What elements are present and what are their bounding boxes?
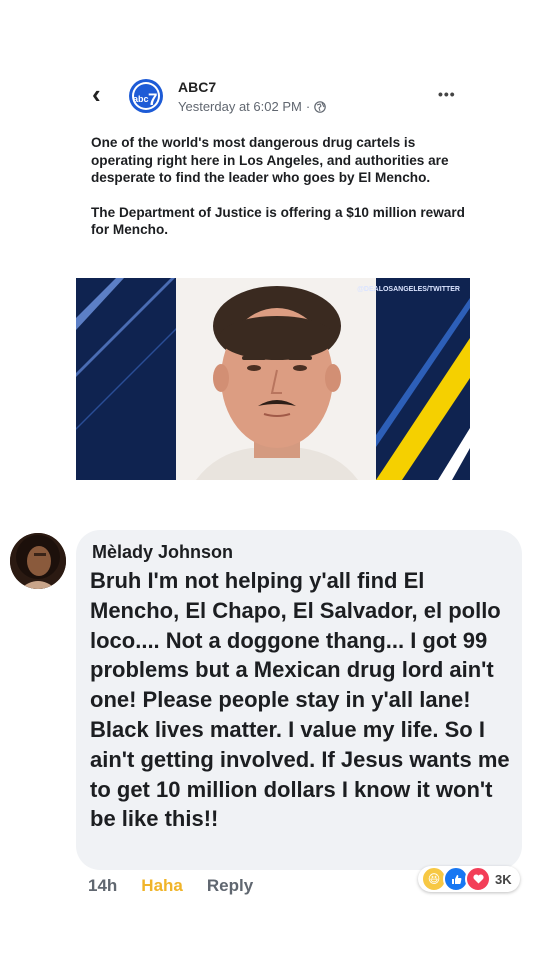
post-photo[interactable]: @DEALOSANGELES/TWITTER [76,278,470,480]
post-paragraph: The Department of Justice is offering a … [91,204,465,238]
comment-author[interactable]: Mèlady Johnson [92,542,233,563]
svg-text:abc: abc [133,94,149,104]
comment-bubble: Mèlady Johnson Bruh I'm not helping y'al… [76,530,522,870]
globe-icon [314,100,326,113]
image-watermark: @DEALOSANGELES/TWITTER [357,286,460,293]
haha-reaction-button[interactable]: Haha [141,876,183,896]
post-caption: One of the world's most dangerous drug c… [91,134,471,256]
avatar-photo [10,533,66,589]
post-timestamp[interactable]: Yesterday at 6:02 PM [178,99,302,114]
photo-graphic [76,278,470,480]
love-icon [465,866,491,892]
avatar[interactable] [10,533,66,589]
meta-separator: · [305,99,311,114]
comment-time[interactable]: 14h [88,876,117,896]
comment-actions: 14h Haha Reply [88,876,253,896]
reaction-count: 3K [495,871,512,887]
more-options-icon[interactable]: ••• [438,86,456,102]
svg-text:7: 7 [148,90,157,109]
back-arrow-icon[interactable]: ‹ [92,81,108,107]
post-meta: Yesterday at 6:02 PM · [178,99,326,114]
comment-text: Bruh I'm not helping y'all find El Mench… [90,568,510,832]
post-paragraph: One of the world's most dangerous drug c… [91,135,449,185]
reaction-summary[interactable]: 😆 3K [418,866,520,892]
reply-button[interactable]: Reply [207,876,253,896]
abc7-logo[interactable]: abc 7 [128,78,164,114]
page-name[interactable]: ABC7 [178,79,216,95]
